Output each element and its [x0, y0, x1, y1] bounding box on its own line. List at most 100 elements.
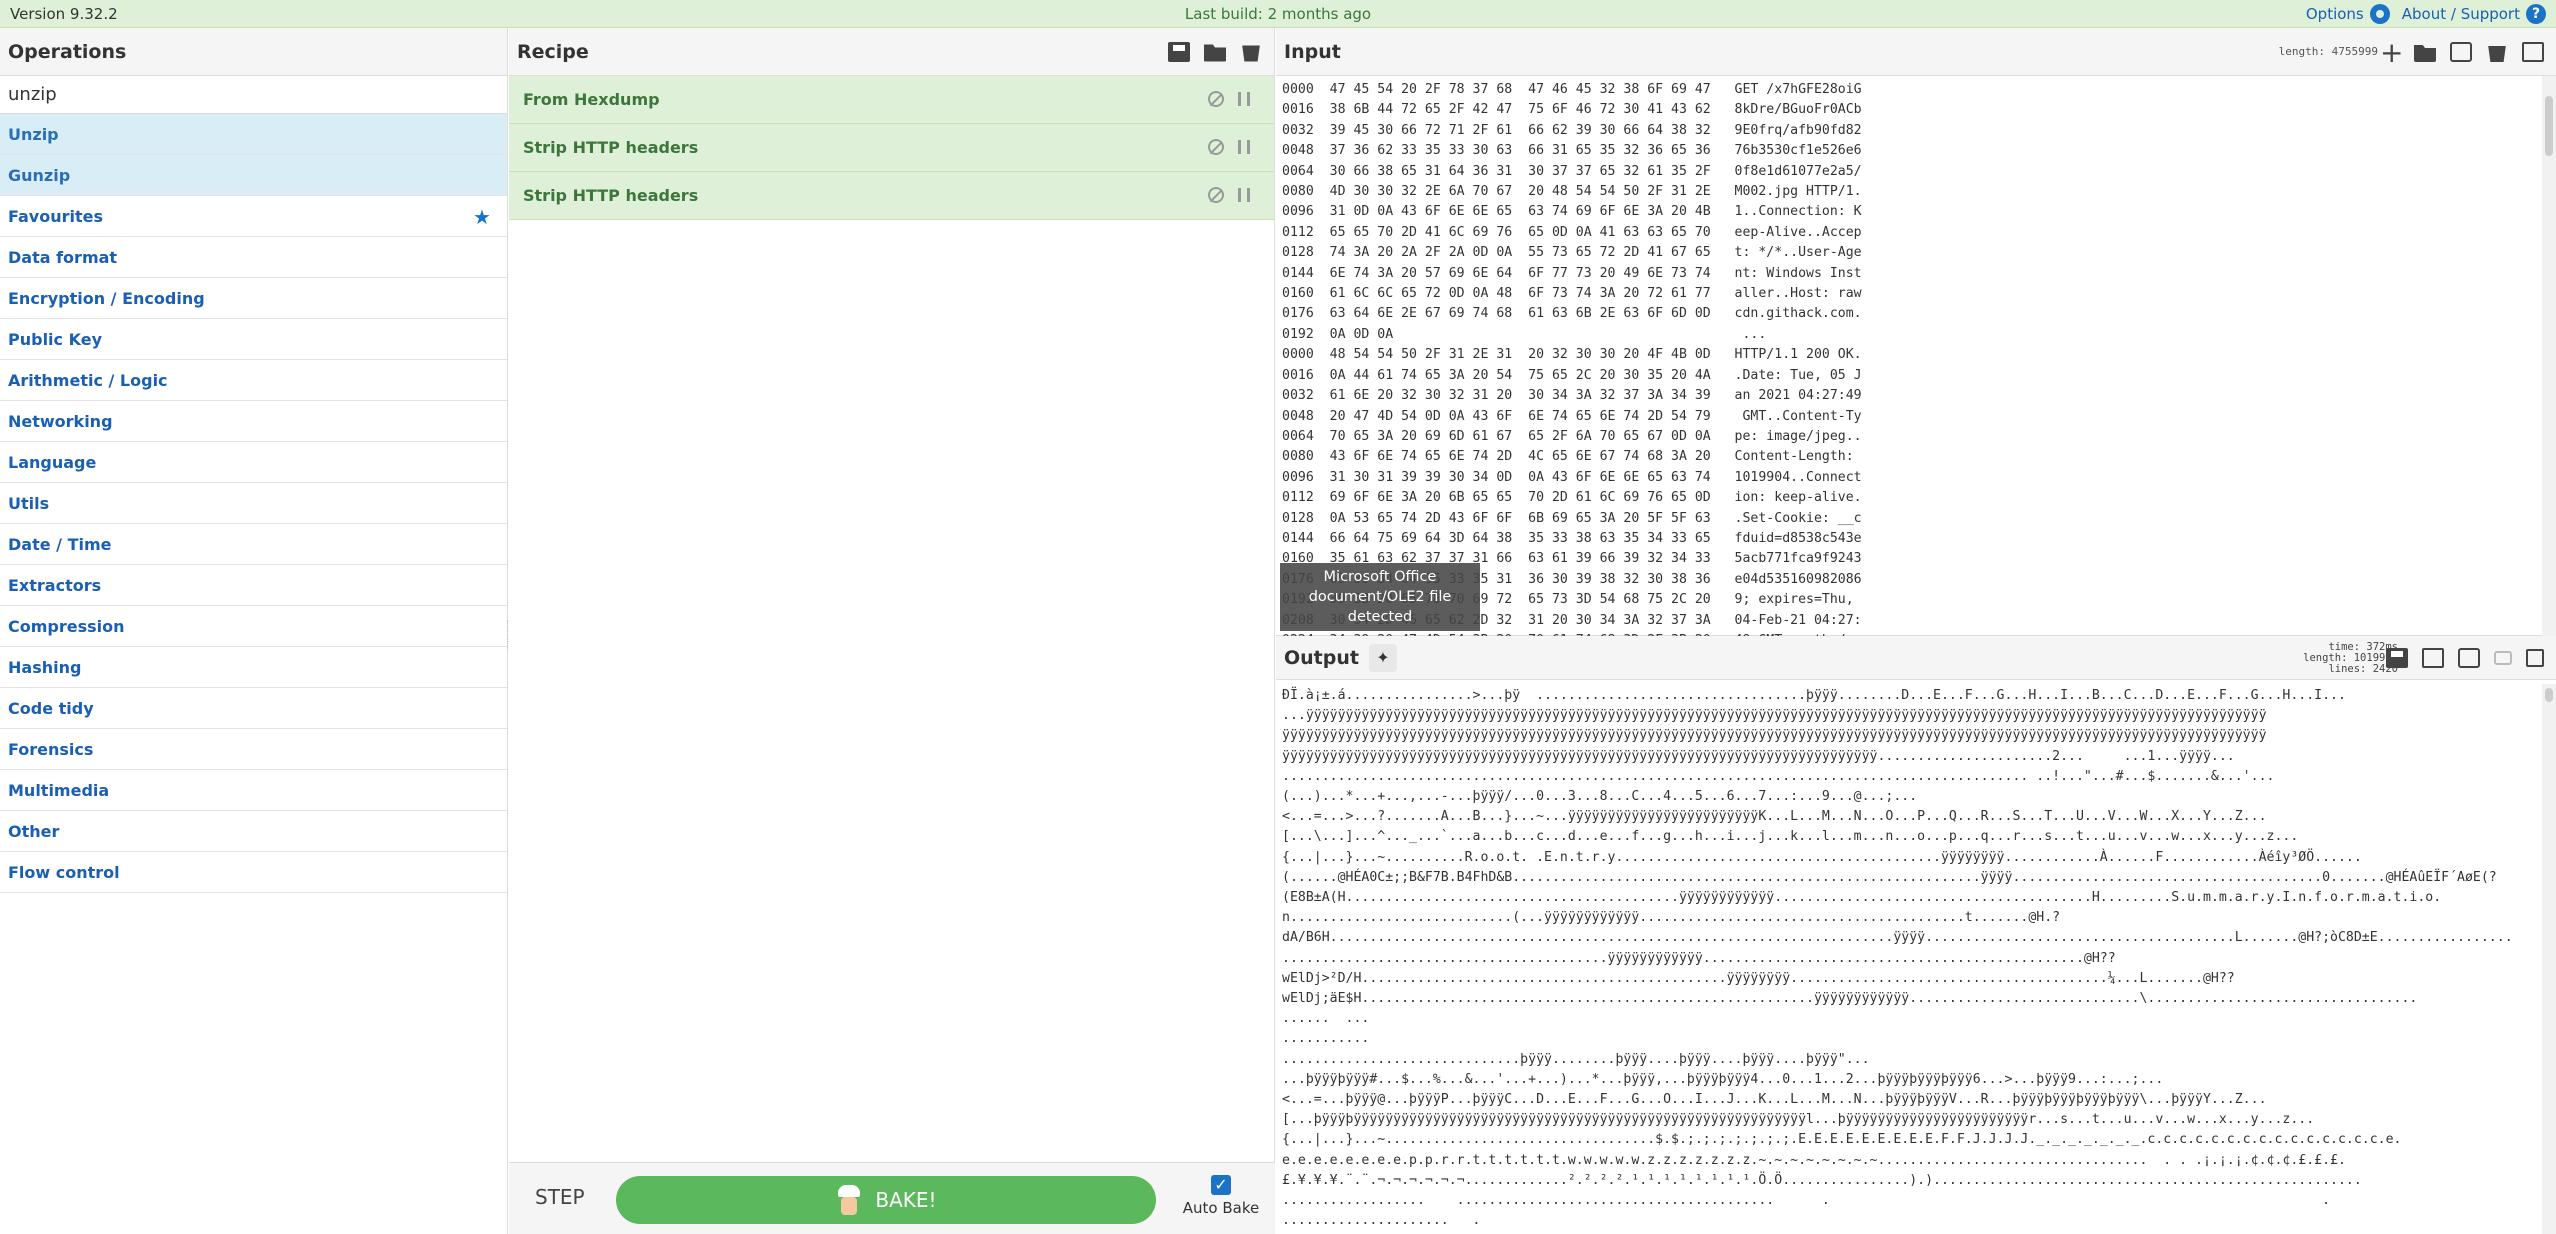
bake-button[interactable]: BAKE!	[616, 1176, 1156, 1224]
output-textarea[interactable]: ÐÏ.à¡±.á................>...þÿ .........…	[1276, 684, 2540, 1234]
category-utils[interactable]: Utils	[0, 483, 507, 524]
category-data-format[interactable]: Data format	[0, 237, 507, 278]
open-file-icon[interactable]	[2450, 42, 2472, 62]
category-hashing[interactable]: Hashing	[0, 647, 507, 688]
input-line: 0144 6E 74 3A 20 57 69 6E 64 6F 77 73 20…	[1282, 265, 1862, 281]
tooltip-line: document/OLE2 file	[1308, 589, 1452, 605]
operations-pane: Operations Unzip Gunzip Favourites ★ Dat…	[0, 28, 508, 1234]
output-line: ÐÏ.à¡±.á................>...þÿ .........…	[1282, 688, 2346, 703]
category-language[interactable]: Language	[0, 442, 507, 483]
output-line: ...........	[1282, 1031, 1370, 1047]
input-line: 0000 48 54 54 50 2F 31 2E 31 20 32 30 30…	[1282, 347, 1862, 363]
input-line: 0096 31 0D 0A 43 6F 6E 6E 65 63 74 69 6F…	[1282, 204, 1862, 220]
output-line: ..................... .	[1282, 1213, 1481, 1229]
copy-output-icon[interactable]	[2422, 648, 2444, 668]
breakpoint-icon[interactable]	[1238, 140, 1250, 154]
about-label: About / Support	[2401, 4, 2520, 23]
maximise-icon[interactable]	[2526, 649, 2544, 667]
output-line: dA/B6H..................................…	[1282, 930, 2513, 946]
output-line: n............................(...ÿÿÿÿÿÿÿ…	[1282, 910, 2061, 926]
bake-controls: STEP BAKE! ✓ Auto Bake	[509, 1162, 1275, 1234]
input-line: 0112 65 65 70 2D 41 6C 69 76 65 0D 0A 41…	[1282, 224, 1862, 240]
output-title: Output	[1284, 646, 1359, 669]
breakpoint-icon[interactable]	[1238, 188, 1250, 202]
load-recipe-icon[interactable]	[1204, 44, 1226, 62]
magic-wand-icon[interactable]: ✦	[1368, 643, 1397, 672]
operations-search-input[interactable]	[0, 76, 507, 114]
category-forensics[interactable]: Forensics	[0, 729, 507, 770]
save-output-icon[interactable]	[2386, 648, 2408, 668]
category-public-key[interactable]: Public Key	[0, 319, 507, 360]
output-toolbar	[2386, 648, 2544, 668]
category-multimedia[interactable]: Multimedia	[0, 770, 507, 811]
output-line: ..............................þÿÿÿ......…	[1282, 1051, 1870, 1067]
category-other[interactable]: Other	[0, 811, 507, 852]
breakpoint-icon[interactable]	[1238, 92, 1250, 106]
recipe-toolbar	[1168, 41, 1262, 62]
input-textarea[interactable]: 0000 47 45 54 20 2F 78 37 68 47 46 45 32…	[1276, 76, 2540, 636]
input-line: 0192 0A 0D 0A ...	[1282, 326, 1767, 342]
output-scrollbar[interactable]	[2542, 684, 2556, 1234]
top-banner: Version 9.32.2 Last build: 2 months ago …	[0, 0, 2556, 28]
op-result-gunzip[interactable]: Gunzip	[0, 155, 507, 196]
auto-bake-checkbox[interactable]: ✓	[1211, 1175, 1231, 1195]
category-encryption-encoding[interactable]: Encryption / Encoding	[0, 278, 507, 319]
disable-op-icon[interactable]	[1208, 91, 1224, 107]
save-recipe-icon[interactable]	[1168, 41, 1190, 62]
category-favourites[interactable]: Favourites ★	[0, 196, 507, 237]
recipe-pane: Recipe From Hexdump Strip HTTP headers S…	[509, 28, 1275, 1234]
reset-layout-icon[interactable]	[2522, 42, 2544, 62]
recipe-op-strip-http-headers-1[interactable]: Strip HTTP headers	[509, 124, 1274, 172]
output-line: £.¥.¥.¥.¨.¨.¬.¬.¬.¬.¬.¬.............².².…	[1282, 1172, 2362, 1188]
input-line: 0064 70 65 3A 20 69 6D 61 67 65 2F 6A 70…	[1282, 428, 1862, 444]
category-networking[interactable]: Networking	[0, 401, 507, 442]
category-arithmetic-logic[interactable]: Arithmetic / Logic	[0, 360, 507, 401]
about-support-button[interactable]: About / Support ?	[2401, 3, 2546, 24]
recipe-title: Recipe	[517, 40, 589, 63]
output-line: (......@HÉA0C±;;B&F7B.B4FhD&B...........…	[1282, 869, 2497, 885]
input-line: 0016 38 6B 44 72 65 2F 42 47 75 6F 46 72…	[1282, 102, 1862, 118]
disable-op-icon[interactable]	[1208, 139, 1224, 155]
star-icon: ★	[473, 205, 491, 229]
undo-icon[interactable]	[2494, 651, 2512, 665]
category-label: Favourites	[8, 206, 103, 226]
open-folder-icon[interactable]	[2414, 45, 2436, 62]
category-compression[interactable]: Compression	[0, 606, 507, 647]
input-line: 0032 39 45 30 66 72 71 2F 61 66 62 39 30…	[1282, 122, 1862, 138]
output-pane: Output ✦ time: 372ms length: 1019904 lin…	[1276, 636, 2556, 1234]
add-tab-icon[interactable]	[2378, 36, 2403, 69]
auto-bake-toggle[interactable]: ✓ Auto Bake	[1181, 1175, 1261, 1217]
magic-tooltip: Microsoft Office document/OLE2 file dete…	[1280, 563, 1480, 631]
options-label: Options	[2305, 4, 2364, 23]
disable-op-icon[interactable]	[1208, 187, 1224, 203]
recipe-op-strip-http-headers-2[interactable]: Strip HTTP headers	[509, 172, 1274, 220]
replace-input-icon[interactable]	[2458, 648, 2480, 668]
input-line: 0000 47 45 54 20 2F 78 37 68 47 46 45 32…	[1282, 82, 1862, 97]
output-line: ...þÿÿÿþÿÿÿ#...$...%...&...'...+...)...*…	[1282, 1071, 2164, 1087]
output-line: [...þÿÿÿþÿÿÿÿÿÿÿÿÿÿÿÿÿÿÿÿÿÿÿÿÿÿÿÿÿÿÿÿÿÿÿ…	[1282, 1112, 2315, 1128]
output-line: [...\...]...^..._...`...a...b...c...d...…	[1282, 829, 2299, 845]
input-line: 0032 61 6E 20 32 30 32 31 20 30 34 3A 32…	[1282, 388, 1862, 404]
recipe-op-from-hexdump[interactable]: From Hexdump	[509, 76, 1274, 124]
options-button[interactable]: Options	[2305, 3, 2390, 24]
output-line: {...|...}...~...........................…	[1282, 1132, 2402, 1148]
output-line: (...)...*...+...,...-...þÿÿÿ/...0...3...…	[1282, 789, 1918, 805]
step-button[interactable]: STEP	[535, 1185, 585, 1209]
category-date-time[interactable]: Date / Time	[0, 524, 507, 565]
input-line: 0064 30 66 38 65 31 64 36 31 30 37 37 65…	[1282, 163, 1862, 179]
clear-input-icon[interactable]	[2488, 46, 2506, 62]
output-line: <...=...>...?.......A...B...}...~...ÿÿÿÿ…	[1282, 809, 2267, 825]
output-line: ........................................…	[1282, 950, 2116, 966]
input-line: 0048 37 36 62 33 35 33 30 63 66 31 65 35…	[1282, 143, 1862, 159]
recipe-op-label: From Hexdump	[523, 90, 660, 109]
category-extractors[interactable]: Extractors	[0, 565, 507, 606]
tooltip-line: detected	[1347, 609, 1413, 625]
output-line: {...|...}...~..........R.o.o.t. .E.n.t.r…	[1282, 849, 2362, 865]
input-line: 0144 66 64 75 69 64 3D 64 38 35 33 38 63…	[1282, 530, 1862, 546]
category-flow-control[interactable]: Flow control	[0, 852, 507, 893]
op-result-unzip[interactable]: Unzip	[0, 114, 507, 155]
input-scrollbar[interactable]	[2542, 76, 2556, 636]
input-length: length: 4755999	[2278, 45, 2378, 58]
category-code-tidy[interactable]: Code tidy	[0, 688, 507, 729]
clear-recipe-icon[interactable]	[1242, 45, 1260, 62]
